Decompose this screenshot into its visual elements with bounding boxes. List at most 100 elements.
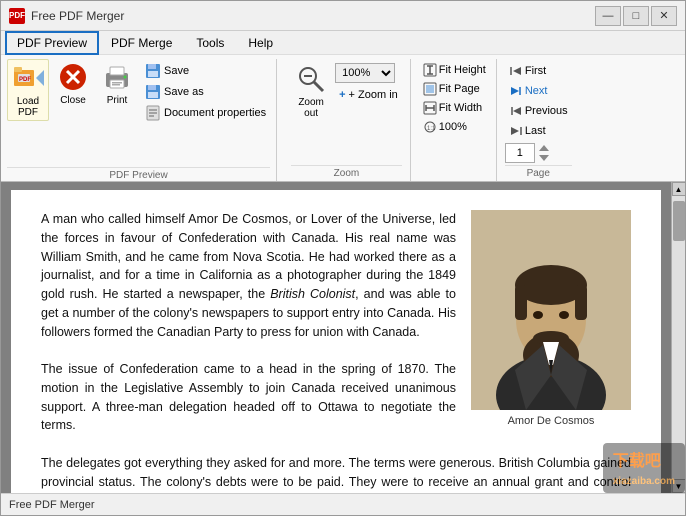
zoom-out-svg (295, 63, 327, 95)
fit-100-icon: 1:1 (423, 120, 437, 134)
fit-width-icon (423, 101, 437, 115)
watermark: 下载吧 xiazaiba.com (603, 443, 685, 493)
next-page-button[interactable]: Next (505, 81, 572, 101)
fit-height-button[interactable]: Fit Height (421, 61, 488, 79)
save-as-icon (145, 84, 161, 100)
scroll-up-button[interactable]: ▲ (672, 182, 686, 196)
scroll-track (672, 196, 686, 479)
image-caption: Amor De Cosmos (471, 413, 631, 430)
pdf-page: Amor De Cosmos A man who called himself … (11, 190, 661, 493)
fit-page-button[interactable]: Fit Page (421, 80, 488, 98)
last-page-button[interactable]: Last (505, 121, 572, 141)
page-group-label: Page (505, 165, 572, 179)
fit-100-label: 100% (439, 121, 467, 133)
load-pdf-icon: PDF (12, 62, 44, 94)
load-pdf-svg: PDF (12, 62, 44, 94)
portrait-svg (471, 210, 631, 410)
load-pdf-label: LoadPDF (17, 96, 39, 118)
fit-100-button[interactable]: 1:1 100% (421, 118, 488, 136)
fit-page-icon (423, 82, 437, 96)
ribbon-group-page: First Next Previous Last (499, 59, 578, 181)
save-label: Save (164, 65, 189, 77)
watermark-url: xiazaiba.com (613, 476, 675, 487)
zoom-in-plus: + (339, 89, 345, 101)
person-photo (471, 210, 631, 410)
print-svg (101, 61, 133, 93)
save-as-label: Save as (164, 86, 204, 98)
doc-props-svg (145, 105, 161, 121)
close-label: Close (60, 95, 86, 106)
close-svg (57, 61, 89, 93)
status-bar: Free PDF Merger (1, 493, 685, 515)
zoom-percent-select[interactable]: 100% 75% 50% 125% 150% (335, 63, 395, 83)
preview-group-label: PDF Preview (7, 167, 270, 181)
ribbon: PDF LoadPDF Close (1, 55, 685, 182)
last-page-label: Last (525, 125, 546, 137)
zoom-content: Zoomout 100% 75% 50% 125% 150% + + Zoom … (291, 61, 402, 165)
zoom-in-button[interactable]: + + Zoom in (335, 85, 402, 105)
save-svg (145, 63, 161, 79)
print-label: Print (107, 95, 128, 106)
maximize-button[interactable]: □ (623, 6, 649, 26)
load-pdf-button[interactable]: PDF LoadPDF (7, 59, 49, 121)
next-page-icon (509, 84, 523, 98)
first-page-icon (509, 64, 523, 78)
main-window: PDF Free PDF Merger — □ ✕ PDF Preview PD… (0, 0, 686, 516)
save-column: Save Save as (141, 59, 270, 123)
print-icon (101, 61, 133, 93)
document-properties-button[interactable]: Document properties (141, 103, 270, 123)
fit-page-label: Fit Page (439, 83, 480, 95)
menu-tools[interactable]: Tools (184, 31, 236, 55)
window-close-button[interactable]: ✕ (651, 6, 677, 26)
zoom-out-label: Zoomout (298, 97, 324, 119)
italic-text: British Colonist (270, 287, 355, 301)
watermark-text: 下载吧 xiazaiba.com (603, 443, 685, 493)
watermark-cn: 下载吧 (613, 453, 661, 470)
menu-pdf-preview[interactable]: PDF Preview (5, 31, 99, 55)
previous-page-button[interactable]: Previous (505, 101, 572, 121)
svg-text:1:1: 1:1 (427, 126, 436, 132)
window-controls: — □ ✕ (595, 6, 677, 26)
doc-props-icon (145, 105, 161, 121)
menu-pdf-merge[interactable]: PDF Merge (99, 31, 184, 55)
fit-buttons: Fit Height Fit Page Fit Width 1:1 100% (421, 61, 488, 179)
page-number-input[interactable] (505, 143, 535, 163)
content-area: Amor De Cosmos A man who called himself … (1, 182, 685, 493)
page-buttons: First Next Previous Last (505, 61, 572, 165)
scroll-thumb[interactable] (673, 201, 685, 241)
ribbon-group-fit: Fit Height Fit Page Fit Width 1:1 100% (413, 59, 497, 181)
zoom-out-icon (295, 63, 327, 95)
menu-bar: PDF Preview PDF Merge Tools Help (1, 31, 685, 55)
next-page-label: Next (525, 85, 548, 97)
close-icon (57, 61, 89, 93)
title-bar-left: PDF Free PDF Merger (9, 8, 124, 24)
last-page-icon (509, 124, 523, 138)
minimize-button[interactable]: — (595, 6, 621, 26)
fit-width-button[interactable]: Fit Width (421, 99, 488, 117)
previous-page-label: Previous (525, 105, 568, 117)
pdf-viewport: Amor De Cosmos A man who called himself … (1, 182, 671, 493)
zoom-out-button[interactable]: Zoomout (291, 61, 331, 121)
save-as-button[interactable]: Save as (141, 82, 270, 102)
ribbon-group-zoom: Zoomout 100% 75% 50% 125% 150% + + Zoom … (283, 59, 411, 181)
ribbon-group-preview: PDF LoadPDF Close (7, 59, 277, 181)
ribbon-group-content: PDF LoadPDF Close (7, 59, 270, 167)
print-button[interactable]: Print (97, 59, 137, 108)
app-icon: PDF (9, 8, 25, 24)
pdf-image-container: Amor De Cosmos (471, 210, 631, 430)
svg-text:PDF: PDF (19, 77, 31, 83)
zoom-in-label: + Zoom in (349, 89, 398, 101)
menu-help[interactable]: Help (236, 31, 285, 55)
save-button[interactable]: Save (141, 61, 270, 81)
title-bar: PDF Free PDF Merger — □ ✕ (1, 1, 685, 31)
close-button[interactable]: Close (53, 59, 93, 108)
fit-height-label: Fit Height (439, 64, 486, 76)
first-page-button[interactable]: First (505, 61, 572, 81)
page-spinner-icon (537, 143, 551, 163)
status-text: Free PDF Merger (9, 499, 95, 511)
save-as-svg (145, 84, 161, 100)
fit-height-icon (423, 63, 437, 77)
paragraph-3: The delegates got everything they asked … (41, 454, 631, 493)
zoom-group-label: Zoom (291, 165, 402, 179)
zoom-controls-col: 100% 75% 50% 125% 150% + + Zoom in (335, 61, 402, 105)
